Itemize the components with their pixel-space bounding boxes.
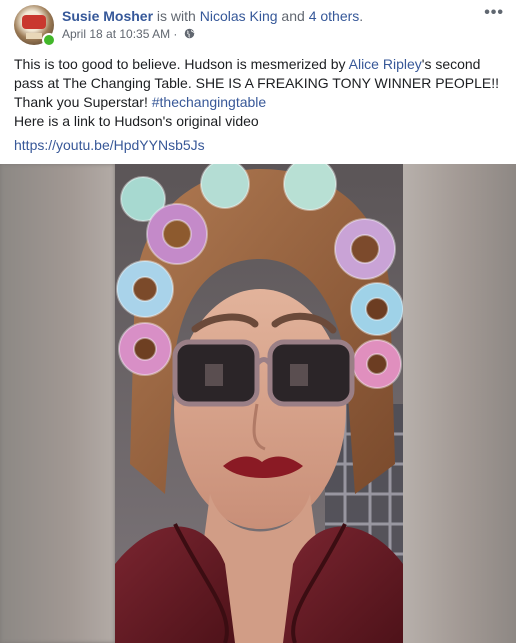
others-link[interactable]: 4 others (309, 8, 360, 24)
video-frame[interactable] (115, 164, 403, 643)
globe-icon[interactable] (184, 28, 195, 39)
body-segment-1: This is too good to believe. Hudson is m… (14, 56, 349, 72)
tagged-person-link[interactable]: Nicolas King (200, 8, 278, 24)
post-meta: April 18 at 10:35 AM · (62, 27, 195, 41)
online-status-icon (42, 33, 56, 47)
post-body: This is too good to believe. Hudson is m… (14, 55, 504, 131)
mention-link[interactable]: Alice Ripley (349, 56, 422, 72)
author-name-link[interactable]: Susie Mosher (62, 8, 153, 24)
post-line-3: Here is a link to Hudson's original vide… (14, 113, 259, 129)
more-options-button[interactable]: ••• (484, 4, 504, 22)
facebook-post: Susie Mosher is with Nicolas King and 4 … (0, 0, 516, 643)
video-blur-right (403, 164, 516, 643)
youtube-url-link[interactable]: https://youtu.be/HpdYYNsb5Js (14, 136, 205, 155)
with-text: is with (153, 8, 200, 24)
and-text: and (277, 8, 309, 24)
video-player[interactable] (0, 164, 516, 643)
period-text: . (359, 8, 364, 24)
timestamp-link[interactable]: April 18 at 10:35 AM (62, 27, 170, 41)
meta-separator: · (170, 27, 181, 41)
video-blur-left (0, 164, 115, 643)
post-header: Susie Mosher is with Nicolas King and 4 … (0, 0, 516, 50)
post-title-line: Susie Mosher is with Nicolas King and 4 … (62, 8, 363, 24)
post-paragraph: This is too good to believe. Hudson is m… (14, 55, 504, 112)
hashtag-link[interactable]: #thechangingtable (152, 94, 266, 110)
video-still-image (115, 164, 403, 643)
